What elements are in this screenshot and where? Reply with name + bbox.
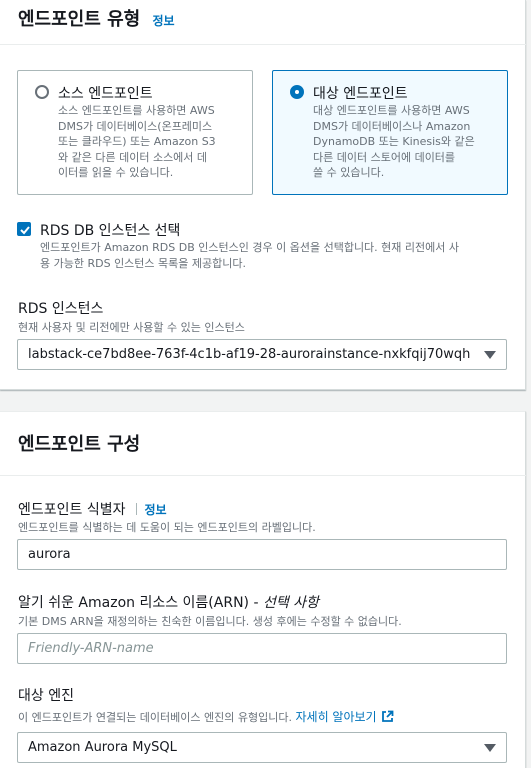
- target-engine-label: 대상 엔진: [18, 688, 74, 704]
- endpoint-identifier-description: 엔드포인트를 식별하는 데 도움이 되는 엔드포인트의 라벨입니다.: [18, 521, 316, 534]
- header-divider: [0, 475, 526, 476]
- endpoint-config-panel: 엔드포인트 구성 엔드포인트 식별자 정보 엔드포인트를 식별하는 데 도움이 되…: [0, 411, 526, 768]
- source-endpoint-radio[interactable]: [35, 85, 49, 99]
- target-engine-desc-text: 이 엔드포인트가 연결되는 데이터베이스 엔진의 유형입니다.: [18, 711, 292, 724]
- target-endpoint-description: 대상 엔드포인트를 사용하면 AWS DMS가 데이터베이스나 Amazon D…: [313, 103, 498, 181]
- header-divider: [0, 44, 526, 45]
- arn-label: 알기 쉬운 Amazon 리소스 이름(ARN) - 선택 사항: [18, 592, 319, 612]
- target-engine-description: 이 엔드포인트가 연결되는 데이터베이스 엔진의 유형입니다. 자세히 알아보기: [18, 708, 394, 725]
- desc-line: 소스 엔드포인트를 사용하면 AWS: [58, 104, 215, 117]
- endpoint-identifier-value: aurora: [28, 547, 71, 562]
- endpoint-config-heading: 엔드포인트 구성: [18, 434, 141, 455]
- caret-down-icon: [484, 744, 496, 752]
- target-engine-select[interactable]: Amazon Aurora MySQL: [17, 732, 507, 763]
- rds-db-instance-description: 엔드포인트가 Amazon RDS DB 인스턴스인 경우 이 옵션을 선택합니…: [40, 240, 510, 272]
- target-engine-value: Amazon Aurora MySQL: [28, 740, 177, 755]
- learn-more-text: 자세히 알아보기: [295, 710, 377, 724]
- endpoint-type-info-link[interactable]: 정보: [152, 14, 174, 28]
- desc-line: 용 가능한 RDS 인스턴스 목록을 제공합니다.: [40, 257, 246, 270]
- rds-db-instance-checkbox[interactable]: [17, 222, 31, 236]
- desc-line: DMS가 데이터베이스나 Amazon: [313, 119, 471, 133]
- target-endpoint-tile[interactable]: 대상 엔드포인트 대상 엔드포인트를 사용하면 AWS DMS가 데이터베이스나…: [272, 70, 508, 195]
- source-endpoint-title: 소스 엔드포인트: [58, 86, 153, 102]
- arn-input[interactable]: Friendly-ARN-name: [17, 633, 507, 664]
- target-endpoint-radio[interactable]: [290, 85, 304, 99]
- endpoint-type-panel: 엔드포인트 유형 정보 소스 엔드포인트 소스 엔드포인트를 사용하면 AWS …: [0, 0, 526, 390]
- endpoint-type-title: 엔드포인트 유형: [18, 9, 141, 30]
- rds-instance-description: 현재 사용자 및 리전에만 사용할 수 있는 인스턴스: [18, 321, 245, 334]
- desc-line: DMS가 데이터베이스(온프레미스: [58, 119, 213, 133]
- endpoint-identifier-label-text: 엔드포인트 식별자: [18, 502, 126, 518]
- rds-db-instance-label[interactable]: RDS DB 인스턴스 선택: [40, 220, 180, 240]
- caret-down-icon: [484, 351, 496, 359]
- source-endpoint-tile[interactable]: 소스 엔드포인트 소스 엔드포인트를 사용하면 AWS DMS가 데이터베이스(…: [17, 70, 253, 195]
- desc-line: 와 같은 다른 데이터 소스에서 데: [58, 150, 208, 164]
- separator: [135, 503, 137, 515]
- endpoint-type-heading: 엔드포인트 유형 정보: [18, 5, 175, 31]
- rds-instance-value: labstack-ce7bd8ee-763f-4c1b-af19-28-auro…: [28, 347, 471, 362]
- arn-label-text: 알기 쉬운 Amazon 리소스 이름(ARN) -: [18, 595, 263, 611]
- rds-instance-label: RDS 인스턴스: [18, 301, 104, 317]
- desc-line: 또는 클라우드) 또는 Amazon S3: [58, 135, 216, 148]
- target-endpoint-title: 대상 엔드포인트: [313, 86, 408, 102]
- source-endpoint-description: 소스 엔드포인트를 사용하면 AWS DMS가 데이터베이스(온프레미스 또는 …: [58, 103, 243, 181]
- arn-optional-label: 선택 사항: [262, 595, 319, 611]
- rds-instance-select[interactable]: labstack-ce7bd8ee-763f-4c1b-af19-28-auro…: [17, 339, 507, 370]
- learn-more-link[interactable]: 자세히 알아보기: [295, 710, 393, 724]
- arn-placeholder: Friendly-ARN-name: [28, 641, 154, 656]
- desc-line: 쓸 수 있습니다.: [313, 166, 385, 179]
- desc-line: 엔드포인트가 Amazon RDS DB 인스턴스인 경우 이 옵션을 선택합니…: [40, 241, 460, 254]
- desc-line: DynamoDB 또는 Kinesis와 같은: [313, 135, 475, 148]
- endpoint-identifier-input[interactable]: aurora: [17, 539, 507, 570]
- arn-description: 기본 DMS ARN을 재정의하는 친숙한 이름입니다. 생성 후에는 수정할 …: [18, 615, 402, 628]
- check-icon: [20, 226, 30, 235]
- endpoint-identifier-info-link[interactable]: 정보: [145, 503, 167, 517]
- endpoint-identifier-label: 엔드포인트 식별자 정보: [18, 499, 167, 519]
- desc-line: 이터를 읽을 수 있습니다.: [58, 166, 174, 179]
- desc-line: 대상 엔드포인트를 사용하면 AWS: [313, 104, 470, 117]
- external-link-icon: [381, 710, 393, 722]
- desc-line: 다른 데이터 스토어에 데이터를: [313, 150, 456, 164]
